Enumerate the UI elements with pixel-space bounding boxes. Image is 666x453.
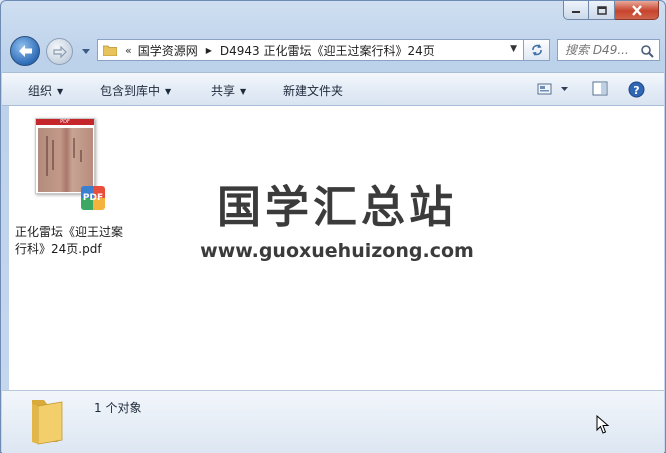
details-pane: 1 个对象 bbox=[2, 390, 664, 453]
breadcrumb-current[interactable]: D4943 正化雷坛《迎王过案行科》24页 bbox=[220, 42, 435, 59]
pdf-thumbnail-band: PDF bbox=[36, 119, 94, 125]
chevron-down-icon: ▼ bbox=[165, 87, 172, 96]
search-icon[interactable] bbox=[640, 44, 654, 58]
recent-pages-dropdown[interactable] bbox=[80, 46, 92, 56]
watermark-url: www.guoxuehuizong.com bbox=[200, 240, 474, 262]
search-box[interactable] bbox=[557, 39, 660, 61]
minimize-icon bbox=[572, 11, 580, 13]
forward-arrow-icon bbox=[52, 45, 67, 58]
back-arrow-icon bbox=[19, 45, 32, 57]
back-button[interactable] bbox=[10, 36, 40, 66]
chevron-down-icon: ▼ bbox=[240, 87, 247, 96]
pdf-thumbnail: PDF bbox=[35, 118, 95, 194]
pdf-icon: PDF bbox=[81, 186, 105, 210]
breadcrumb-root[interactable]: 国学资源网 bbox=[138, 42, 198, 59]
minimize-button[interactable] bbox=[563, 1, 589, 20]
chevron-down-icon: ▼ bbox=[57, 87, 64, 96]
forward-button[interactable] bbox=[46, 38, 73, 65]
folder-icon bbox=[103, 45, 117, 56]
view-options-button[interactable] bbox=[537, 81, 571, 100]
file-name[interactable]: 正化雷坛《迎王过案行科》24页.pdf bbox=[15, 224, 125, 258]
watermark-title: 国学汇总站 bbox=[217, 182, 457, 233]
organize-menu[interactable]: 组织 ▼ bbox=[28, 82, 63, 99]
share-label: 共享 bbox=[211, 84, 236, 98]
cursor-icon bbox=[596, 415, 610, 434]
item-count: 1 个对象 bbox=[94, 401, 142, 415]
search-input[interactable] bbox=[565, 43, 645, 57]
help-button[interactable]: ? bbox=[628, 81, 645, 101]
explorer-window: « 国学资源网 ▶ D4943 正化雷坛《迎王过案行科》24页 ▼ 组织 ▼ 包含… bbox=[0, 0, 666, 453]
text-column bbox=[80, 150, 82, 162]
close-button[interactable] bbox=[615, 1, 659, 20]
refresh-icon bbox=[531, 44, 542, 56]
watermark: 国学汇总站 www.guoxuehuizong.com bbox=[197, 182, 477, 262]
file-list-pane[interactable]: PDF PDF 正化雷坛《迎王过案行科》24页.pdf 国学汇总站 www.gu… bbox=[9, 106, 664, 390]
help-icon: ? bbox=[628, 81, 645, 98]
address-dropdown-icon[interactable]: ▼ bbox=[510, 44, 517, 54]
folder-icon bbox=[32, 400, 63, 445]
new-folder-label: 新建文件夹 bbox=[283, 84, 344, 98]
refresh-button[interactable] bbox=[524, 39, 550, 61]
preview-pane-button[interactable] bbox=[592, 81, 608, 100]
close-icon bbox=[631, 4, 642, 16]
preview-pane-icon bbox=[592, 81, 608, 96]
text-column bbox=[52, 140, 54, 170]
share-menu[interactable]: 共享 ▼ bbox=[211, 82, 246, 99]
caption-buttons bbox=[563, 1, 659, 21]
new-folder-button[interactable]: 新建文件夹 bbox=[283, 82, 343, 99]
include-in-library-menu[interactable]: 包含到库中 ▼ bbox=[100, 82, 171, 99]
command-bar: 组织 ▼ 包含到库中 ▼ 共享 ▼ 新建文件夹 ? bbox=[2, 72, 664, 106]
svg-text:?: ? bbox=[633, 84, 639, 97]
address-bar[interactable]: « 国学资源网 ▶ D4943 正化雷坛《迎王过案行科》24页 ▼ bbox=[97, 39, 524, 61]
include-in-library-label: 包含到库中 bbox=[100, 84, 161, 98]
file-item[interactable]: PDF PDF 正化雷坛《迎王过案行科》24页.pdf bbox=[13, 114, 123, 264]
maximize-button[interactable] bbox=[589, 1, 615, 20]
scanned-page-image bbox=[38, 128, 93, 192]
breadcrumb-separator-icon[interactable]: ▶ bbox=[206, 46, 212, 55]
text-column bbox=[46, 136, 48, 176]
maximize-icon bbox=[596, 5, 607, 15]
pdf-badge-label: PDF bbox=[82, 193, 104, 203]
view-options-icon bbox=[537, 83, 568, 95]
organize-label: 组织 bbox=[28, 84, 53, 98]
breadcrumb-overflow[interactable]: « bbox=[125, 44, 132, 57]
text-column bbox=[73, 138, 75, 158]
